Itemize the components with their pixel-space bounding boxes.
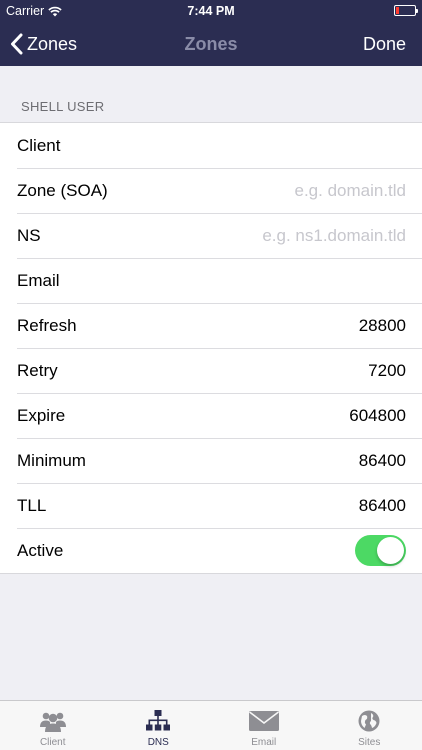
minimum-label: Minimum: [17, 450, 86, 470]
users-icon: [39, 712, 66, 732]
top-bar: Carrier 7:44 PM Zones Zones Done: [0, 0, 422, 66]
zone-soa-input[interactable]: [206, 180, 406, 201]
tab-email[interactable]: Email: [211, 701, 317, 750]
globe-icon: [358, 710, 380, 732]
done-button[interactable]: Done: [363, 22, 406, 66]
envelope-icon: [248, 711, 279, 731]
client-label: Client: [17, 135, 61, 155]
network-icon: [146, 710, 171, 731]
toggle-knob: [377, 537, 404, 564]
zone-form: Client Zone (SOA) NS Email Refresh 28800…: [0, 122, 422, 574]
tab-dns[interactable]: DNS: [106, 701, 212, 750]
refresh-row[interactable]: Refresh 28800: [0, 303, 422, 348]
ns-label: NS: [17, 225, 41, 245]
tll-value[interactable]: 86400: [359, 496, 406, 516]
tll-label: TLL: [17, 495, 47, 515]
status-time: 7:44 PM: [187, 4, 235, 18]
expire-row[interactable]: Expire 604800: [0, 393, 422, 438]
tab-dns-label: DNS: [147, 737, 169, 748]
page-title: Zones: [184, 34, 238, 54]
tab-bar: Client DNS Email Sites: [0, 700, 422, 750]
tll-row[interactable]: TLL 86400: [0, 483, 422, 528]
zone-soa-row: Zone (SOA): [0, 168, 422, 213]
refresh-value[interactable]: 28800: [359, 316, 406, 336]
status-bar: Carrier 7:44 PM: [0, 0, 422, 22]
tab-client-label: Client: [39, 737, 66, 748]
email-label: Email: [17, 270, 60, 290]
ns-input[interactable]: [206, 225, 406, 246]
battery-icon: [394, 5, 418, 16]
zone-soa-label: Zone (SOA): [17, 180, 108, 200]
ns-row: NS: [0, 213, 422, 258]
minimum-value[interactable]: 86400: [359, 451, 406, 471]
retry-label: Retry: [17, 360, 58, 380]
tab-email-label: Email: [251, 737, 277, 748]
section-header: SHELL USER: [21, 99, 105, 114]
active-row: Active: [0, 528, 422, 573]
minimum-row[interactable]: Minimum 86400: [0, 438, 422, 483]
email-row[interactable]: Email: [0, 258, 422, 303]
refresh-label: Refresh: [17, 315, 77, 335]
active-toggle[interactable]: [355, 535, 406, 566]
active-label: Active: [17, 540, 64, 560]
retry-value[interactable]: 7200: [368, 361, 406, 381]
expire-label: Expire: [17, 405, 66, 425]
expire-value[interactable]: 604800: [349, 406, 406, 426]
tab-sites[interactable]: Sites: [317, 701, 422, 750]
retry-row[interactable]: Retry 7200: [0, 348, 422, 393]
tab-sites-label: Sites: [358, 737, 381, 748]
client-row[interactable]: Client: [0, 123, 422, 168]
navigation-bar: Zones Zones Done: [0, 22, 422, 66]
tab-client[interactable]: Client: [0, 701, 106, 750]
